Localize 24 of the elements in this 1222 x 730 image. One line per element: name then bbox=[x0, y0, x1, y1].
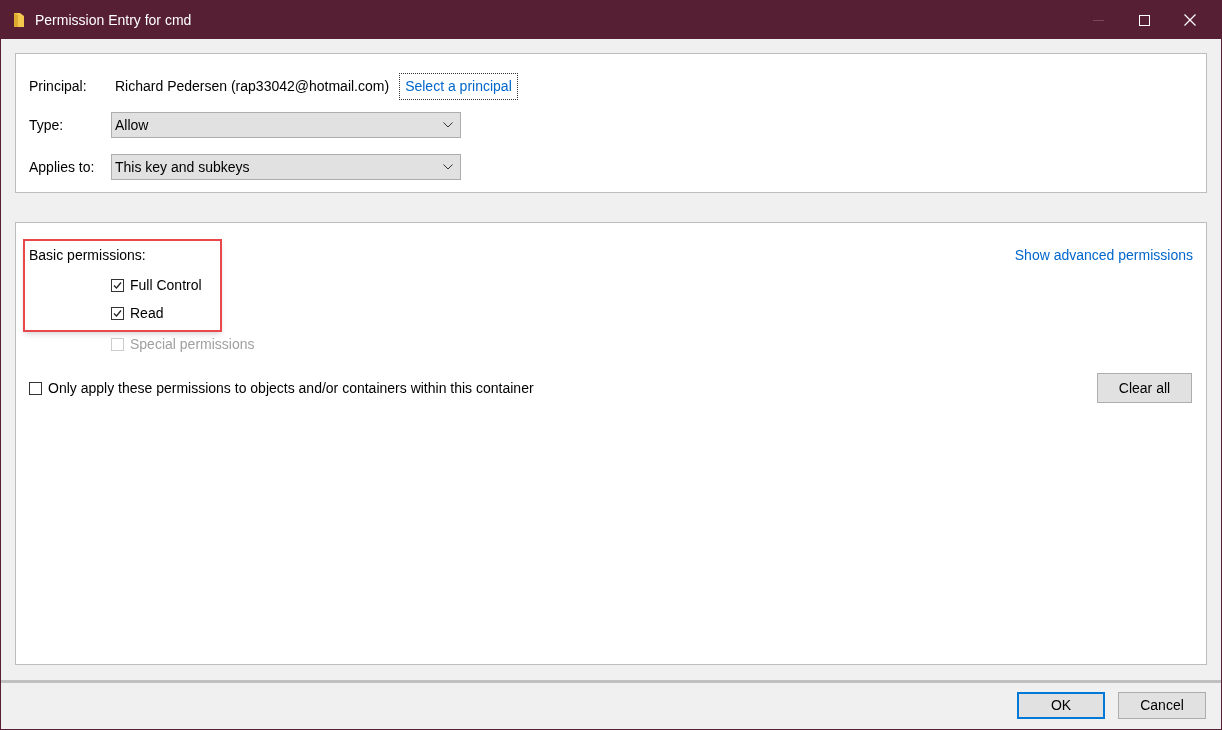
field-label: Applies to: bbox=[29, 157, 96, 177]
folder-icon bbox=[13, 12, 25, 28]
close-icon bbox=[1184, 14, 1196, 26]
checkbox-label: Only apply these permissions to objects and/or containers within this container bbox=[48, 378, 534, 398]
window-title: Permission Entry for cmd bbox=[35, 10, 192, 30]
checkbox-label: Special permissions bbox=[130, 335, 255, 354]
chevron-down-icon bbox=[443, 122, 453, 128]
clear-all-button[interactable]: Clear all bbox=[1097, 373, 1192, 403]
checkbox[interactable] bbox=[111, 279, 124, 292]
dropdown[interactable]: This key and subkeys bbox=[111, 154, 461, 180]
checkbox-label: Read bbox=[130, 304, 164, 323]
checkbox[interactable] bbox=[111, 307, 124, 320]
checkbox[interactable] bbox=[29, 381, 42, 395]
section-heading: Basic permissions: bbox=[29, 246, 147, 265]
chevron-down-icon bbox=[443, 164, 453, 170]
dialog-button[interactable]: Cancel bbox=[1118, 692, 1206, 719]
dialog-button[interactable]: OK bbox=[1017, 692, 1105, 719]
checkbox-label: Full Control bbox=[130, 276, 202, 295]
field-label: Type: bbox=[29, 115, 65, 135]
select-principal-link[interactable]: Select a principal bbox=[399, 72, 518, 100]
field-label: Principal: bbox=[29, 76, 88, 96]
dropdown[interactable]: Allow bbox=[111, 112, 461, 138]
advanced-permissions-link[interactable]: Show advanced permissions bbox=[1014, 245, 1193, 266]
principal-name: Richard Pedersen (rap33042@hotmail.com) bbox=[115, 76, 390, 96]
